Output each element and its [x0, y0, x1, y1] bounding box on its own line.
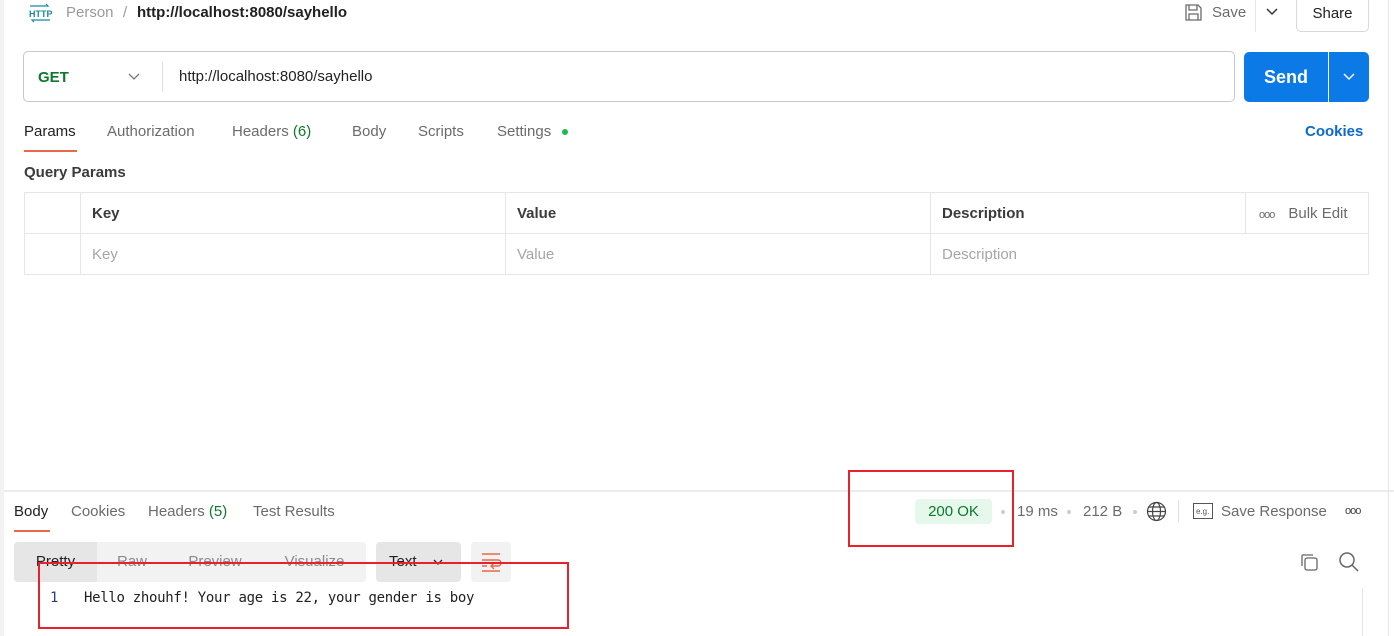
url-input[interactable]: http://localhost:8080/sayhello — [179, 68, 1219, 85]
save-icon[interactable] — [1184, 3, 1203, 22]
globe-icon[interactable] — [1146, 501, 1167, 522]
column-header-description: Description — [930, 193, 1245, 234]
settings-modified-dot — [562, 129, 568, 135]
tab-label: Body — [14, 503, 49, 520]
send-button[interactable]: Send — [1244, 52, 1328, 102]
bulk-edit-label: Bulk Edit — [1288, 205, 1348, 222]
response-tab-body[interactable]: Body — [14, 503, 48, 520]
response-tab-cookies[interactable]: Cookies — [71, 503, 125, 520]
highlight-box-body — [38, 562, 569, 629]
response-tab-test-results[interactable]: Test Results — [253, 503, 335, 520]
tab-authorization[interactable]: Authorization — [107, 123, 195, 140]
query-params-title: Query Params — [24, 164, 126, 181]
save-response-button[interactable]: Save Response — [1221, 503, 1327, 520]
http-icon: HTTP — [28, 3, 52, 23]
highlight-box-status — [848, 470, 1014, 547]
tab-scripts[interactable]: Scripts — [418, 123, 464, 140]
table-header-row: Key Value Description ooo Bulk Edit — [25, 193, 1368, 234]
tab-settings[interactable]: Settings — [497, 123, 551, 140]
key-input[interactable]: Key — [80, 234, 505, 275]
method-label: GET — [38, 69, 69, 86]
more-options-icon[interactable]: ooo — [1345, 505, 1361, 517]
save-divider — [1255, 0, 1256, 32]
meta-divider — [1178, 500, 1179, 522]
tab-label: Headers — [232, 123, 289, 140]
tab-label: Body — [352, 123, 387, 140]
tab-headers[interactable]: Headers (6) — [232, 123, 311, 140]
response-tab-headers[interactable]: Headers (5) — [148, 503, 227, 520]
pane-divider[interactable] — [4, 490, 1394, 492]
example-icon: e.g. — [1193, 503, 1213, 519]
method-select[interactable]: GET — [24, 52, 162, 101]
breadcrumb-request[interactable]: http://localhost:8080/sayhello — [137, 4, 347, 21]
svg-text:e.g.: e.g. — [1196, 507, 1209, 516]
bulk-edit-button[interactable]: ooo Bulk Edit — [1245, 193, 1369, 234]
search-icon[interactable] — [1338, 551, 1360, 573]
column-header-value: Value — [505, 193, 930, 234]
column-header-key: Key — [80, 193, 505, 234]
chevron-down-icon — [127, 72, 141, 82]
tab-body[interactable]: Body — [352, 123, 386, 140]
separator-dot — [1067, 510, 1071, 514]
tab-label: Test Results — [253, 503, 335, 520]
value-input[interactable]: Value — [505, 234, 930, 275]
svg-text:HTTP: HTTP — [29, 9, 52, 19]
tab-label: Headers — [148, 503, 205, 520]
tab-label: Settings — [497, 123, 552, 140]
breadcrumb-separator: / — [123, 4, 128, 21]
send-label: Send — [1263, 67, 1308, 87]
active-tab-underline — [14, 530, 50, 532]
query-params-table: Key Value Description ooo Bulk Edit Key V… — [24, 192, 1369, 275]
response-size[interactable]: 212 B — [1083, 503, 1122, 520]
tab-params[interactable]: Params — [24, 123, 76, 140]
breadcrumb-collection[interactable]: Person — [66, 4, 114, 21]
response-time[interactable]: 19 ms — [1017, 503, 1058, 520]
save-options-chevron-icon[interactable] — [1265, 6, 1279, 18]
share-label: Share — [1312, 5, 1353, 22]
share-button[interactable]: Share — [1296, 0, 1369, 32]
active-tab-underline — [24, 150, 77, 152]
separator-dot — [1133, 510, 1137, 514]
tab-label: Cookies — [71, 503, 126, 520]
tab-label: Authorization — [107, 123, 195, 140]
sidebar-edge — [0, 0, 4, 636]
description-input[interactable]: Description — [930, 234, 1369, 275]
tab-label: Params — [24, 123, 76, 140]
table-row: Key Value Description — [25, 234, 1368, 275]
save-button[interactable]: Save — [1212, 4, 1246, 21]
headers-count: (5) — [208, 503, 228, 520]
headers-count: (6) — [292, 123, 312, 140]
tab-label: Scripts — [418, 123, 464, 140]
copy-icon[interactable] — [1299, 552, 1319, 572]
chevron-down-icon — [1342, 72, 1356, 82]
send-options-button[interactable] — [1329, 52, 1369, 102]
editor-scrollbar[interactable] — [1362, 588, 1363, 636]
right-edge — [1388, 0, 1389, 636]
more-icon: ooo — [1259, 209, 1275, 221]
method-divider — [162, 62, 163, 92]
cookies-link[interactable]: Cookies — [1305, 123, 1363, 140]
